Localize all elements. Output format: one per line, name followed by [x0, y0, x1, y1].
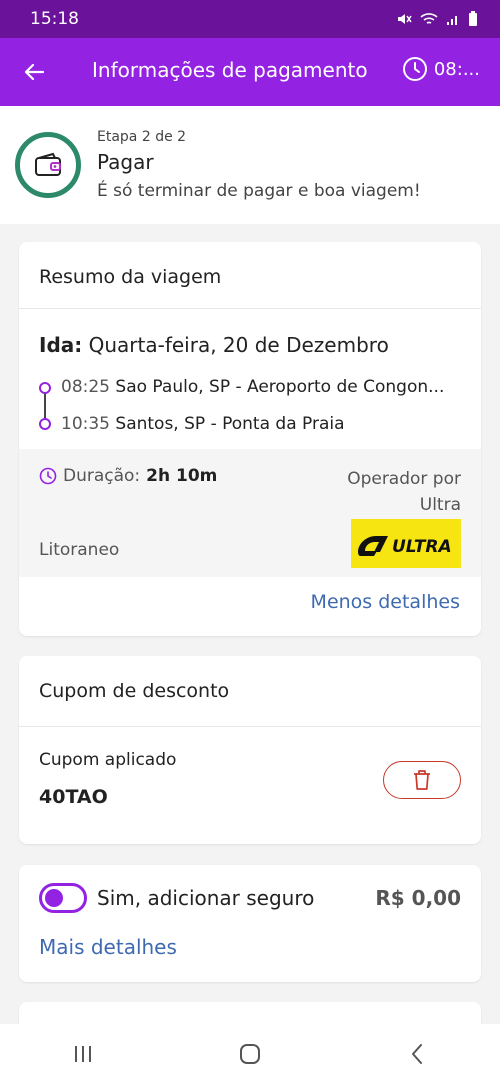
page-title: Informações de pagamento: [92, 58, 368, 82]
arrow-left-icon: [24, 63, 45, 81]
step-subtitle: É só terminar de pagar e boa viagem!: [97, 181, 421, 201]
session-timer: 08:...: [402, 56, 480, 82]
less-details-link[interactable]: Menos detalhes: [311, 591, 460, 613]
mute-icon: [398, 14, 412, 24]
ultra-logo-text: ULTRA: [392, 537, 452, 557]
destination-stop: 10:35 Santos, SP - Ponta da Praia: [61, 414, 461, 434]
wifi-icon: [420, 13, 438, 24]
timer-text: 08:...: [433, 58, 480, 80]
trip-date-text: Quarta-feira, 20 de Dezembro: [82, 333, 389, 357]
trip-summary-heading: Resumo da viagem: [39, 266, 222, 288]
origin-place: Sao Paulo, SP - Aeroporto de Congon...: [110, 377, 445, 397]
trip-details-panel: Duração: 2h 10m Operador por Ultra Litor…: [19, 449, 481, 577]
clock-icon: [402, 57, 427, 81]
coupon-card: Cupom de desconto Cupom aplicado 40TAO: [19, 656, 481, 844]
chevron-left-icon: [411, 1043, 422, 1064]
insurance-toggle[interactable]: [39, 883, 87, 913]
more-details-link[interactable]: Mais detalhes: [39, 935, 177, 959]
insurance-label: Sim, adicionar seguro: [97, 886, 315, 910]
origin-dot-icon: [39, 382, 51, 394]
wallet-icon: [35, 152, 61, 176]
system-nav-bar: [0, 1024, 500, 1083]
battery-icon: [469, 11, 477, 26]
ultra-logo-mark: ULTRA: [358, 535, 452, 557]
direction-label: Ida:: [39, 333, 83, 357]
home-button[interactable]: [220, 1034, 280, 1074]
status-icons: [396, 11, 478, 27]
duration: Duração: 2h 10m: [39, 466, 217, 486]
recent-apps-button[interactable]: [53, 1034, 113, 1074]
back-button[interactable]: [20, 58, 48, 86]
trip-date: Ida: Quarta-feira, 20 de Dezembro: [39, 333, 389, 357]
system-back-button[interactable]: [387, 1034, 447, 1074]
insurance-price: R$ 0,00: [375, 886, 461, 910]
recent-apps-icon: [75, 1045, 92, 1062]
destination-dot-icon: [39, 418, 51, 430]
home-icon: [239, 1043, 260, 1064]
destination-place: Santos, SP - Ponta da Praia: [110, 414, 345, 434]
trip-summary-card: Resumo da viagem Ida: Quarta-feira, 20 d…: [19, 242, 481, 636]
ultra-logo: ULTRA: [351, 519, 461, 568]
remove-coupon-button[interactable]: [383, 761, 461, 799]
clock-icon: [39, 467, 57, 485]
insurance-card: Sim, adicionar seguro R$ 0,00 Mais detal…: [19, 865, 481, 982]
step-badge: [15, 132, 81, 198]
destination-time: 10:35: [61, 414, 110, 434]
origin-time: 08:25: [61, 377, 110, 397]
duration-label: Duração:: [63, 466, 141, 486]
divider: [19, 308, 481, 309]
coupon-applied-label: Cupom aplicado: [39, 750, 177, 770]
duration-value: 2h 10m: [146, 466, 218, 486]
coupon-heading: Cupom de desconto: [39, 680, 230, 702]
trash-icon: [414, 770, 430, 790]
divider: [19, 726, 481, 727]
operator-label: Operador por Ultra: [347, 469, 461, 515]
toggle-knob: [45, 889, 63, 907]
origin-stop: 08:25 Sao Paulo, SP - Aeroporto de Congo…: [61, 377, 461, 397]
status-time: 15:18: [30, 9, 79, 29]
coupon-code: 40TAO: [39, 786, 108, 808]
status-bar: 15:18: [0, 0, 500, 38]
step-counter: Etapa 2 de 2: [97, 129, 187, 145]
company-name: Litoraneo: [39, 540, 120, 560]
step-title: Pagar: [97, 150, 154, 174]
app-bar: Informações de pagamento 08:...: [0, 38, 500, 106]
signal-icon: [447, 16, 457, 25]
